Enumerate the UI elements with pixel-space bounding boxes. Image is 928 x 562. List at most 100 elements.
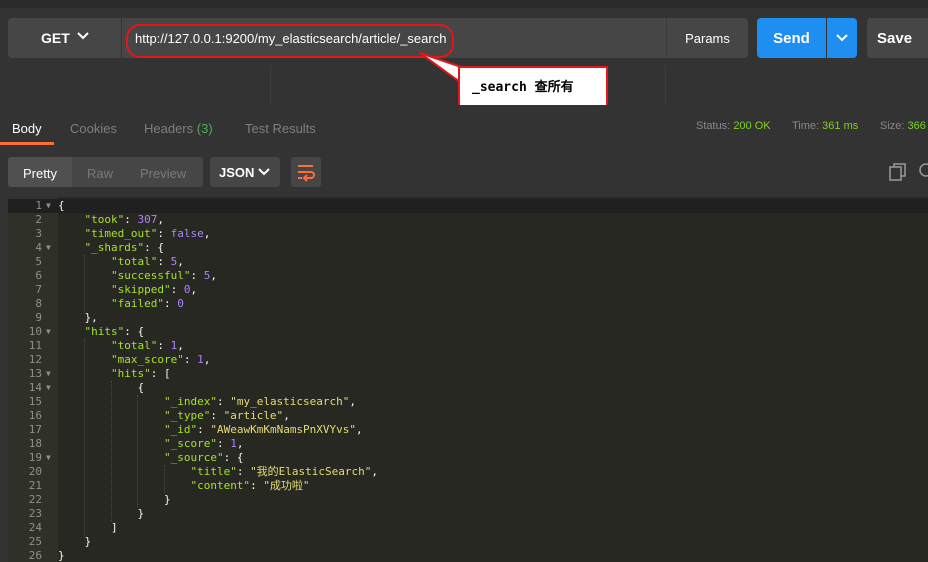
search-icon[interactable]: [917, 162, 928, 180]
code-text: "_id": "AWeawKmKmNamsPnXVYvs",: [58, 423, 363, 437]
code-token: "_index": [163, 395, 217, 408]
tab-headers[interactable]: Headers (3): [144, 121, 213, 136]
code-text: "timed_out": false,: [58, 227, 211, 241]
fold-toggle-icon[interactable]: ▼: [46, 241, 51, 255]
code-token: ,: [177, 255, 184, 268]
size-value: 366: [907, 120, 926, 132]
code-token: ,: [283, 409, 290, 422]
code-token: "total": [110, 255, 158, 268]
code-text: {: [58, 199, 65, 213]
indent-guide: [163, 465, 166, 493]
code-text: },: [58, 311, 97, 325]
line-number: 21: [28, 479, 42, 492]
code-token: "我的ElasticSearch": [250, 465, 372, 478]
code-token: ,: [349, 395, 357, 408]
code-token: "my_elasticsearch": [230, 395, 350, 408]
code-line: 6 "successful": 5,: [8, 269, 928, 283]
code-line: 21 "content": "成功啦": [8, 479, 928, 493]
pretty-label[interactable]: Pretty: [23, 166, 57, 181]
code-text: "total": 1,: [58, 339, 184, 353]
status-value: 200 OK: [733, 120, 771, 132]
tab-headers-label: Headers: [144, 121, 194, 136]
code-line: 10 ▼ "hits": {: [8, 325, 928, 339]
tab-cookies[interactable]: Cookies: [70, 121, 117, 136]
fold-toggle-icon[interactable]: ▼: [46, 367, 51, 381]
code-token: "total": [110, 339, 158, 352]
raw-button[interactable]: Raw: [87, 166, 113, 181]
code-token: }: [58, 535, 92, 548]
indent-guide: [84, 255, 86, 311]
line-number: 14: [28, 381, 42, 394]
code-text: "hits": [: [58, 367, 171, 381]
status-label: Status:: [696, 120, 731, 132]
code-token: "max_score": [110, 353, 184, 366]
code-text: "hits": {: [58, 325, 145, 339]
code-line: 20 "title": "我的ElasticSearch",: [8, 465, 928, 479]
fold-toggle-icon[interactable]: ▼: [46, 381, 51, 395]
code-token: ,: [371, 465, 379, 478]
wrap-lines-button[interactable]: [291, 157, 321, 187]
code-text: "_type": "article",: [58, 409, 290, 423]
code-line: 11 "total": 1,: [8, 339, 928, 353]
code-token: "_type": [163, 409, 211, 422]
tab-test-results[interactable]: Test Results: [245, 121, 316, 136]
format-select[interactable]: JSON: [210, 157, 280, 187]
copy-icon[interactable]: [889, 163, 907, 181]
code-token: "successful": [110, 269, 191, 282]
response-body-editor[interactable]: 1 ▼{2 "took": 307, 3 "timed_out": false, 4 ▼…: [8, 197, 928, 562]
code-token: :: [216, 395, 231, 408]
code-line: 17 "_id": "AWeawKmKmNamsPnXVYvs",: [8, 423, 928, 437]
code-text: "took": 307,: [58, 213, 165, 227]
code-token: "_shards": [84, 241, 145, 254]
fold-toggle-icon[interactable]: ▼: [46, 451, 51, 465]
status-readout: Status: 200 OK: [696, 120, 771, 132]
line-number: 13: [28, 367, 42, 380]
code-token: :: [236, 465, 251, 478]
code-token: :: [216, 437, 231, 450]
code-text: "title": "我的ElasticSearch",: [58, 465, 378, 479]
code-token: :: [210, 409, 224, 422]
code-token: ,: [203, 353, 211, 366]
line-number: 24: [28, 521, 42, 534]
code-token: :: [124, 213, 138, 226]
fold-toggle-icon[interactable]: ▼: [46, 199, 51, 213]
line-number: 25: [28, 535, 42, 548]
headers-count-badge: (3): [196, 121, 213, 136]
line-number: 23: [28, 507, 42, 520]
time-label: Time:: [792, 120, 820, 132]
code-line: 18 "_score": 1,: [8, 437, 928, 451]
code-text: "skipped": 0,: [58, 283, 197, 297]
code-token: }: [58, 507, 145, 520]
code-line: 12 "max_score": 1,: [8, 353, 928, 367]
tab-body[interactable]: Body: [12, 121, 42, 136]
code-line: 24 ]: [8, 521, 928, 535]
code-token: ,: [236, 437, 244, 450]
indent-guide: [137, 395, 139, 507]
code-token: ]: [58, 521, 118, 534]
line-number: 20: [28, 465, 42, 478]
code-token: :: [197, 423, 211, 436]
code-token: ,: [190, 283, 198, 296]
line-number: 19: [28, 451, 42, 464]
code-token: "_id": [163, 423, 198, 436]
line-number: 3: [35, 227, 42, 240]
indent-guide: [84, 339, 86, 535]
code-token: "content": [190, 479, 251, 492]
line-number: 15: [28, 395, 42, 408]
line-number: 18: [28, 437, 42, 450]
code-token: "failed": [110, 297, 164, 310]
preview-button[interactable]: Preview: [140, 166, 186, 181]
line-number: 9: [35, 311, 42, 324]
code-token: :: [183, 353, 198, 366]
code-token: :: [157, 255, 171, 268]
indent-guide: [110, 381, 113, 521]
code-line: 5 "total": 5,: [8, 255, 928, 269]
code-token: :: [250, 479, 264, 492]
code-token: "took": [84, 213, 125, 226]
code-token: :: [157, 339, 171, 352]
time-readout: Time: 361 ms: [792, 120, 858, 132]
fold-toggle-icon[interactable]: ▼: [46, 325, 51, 339]
